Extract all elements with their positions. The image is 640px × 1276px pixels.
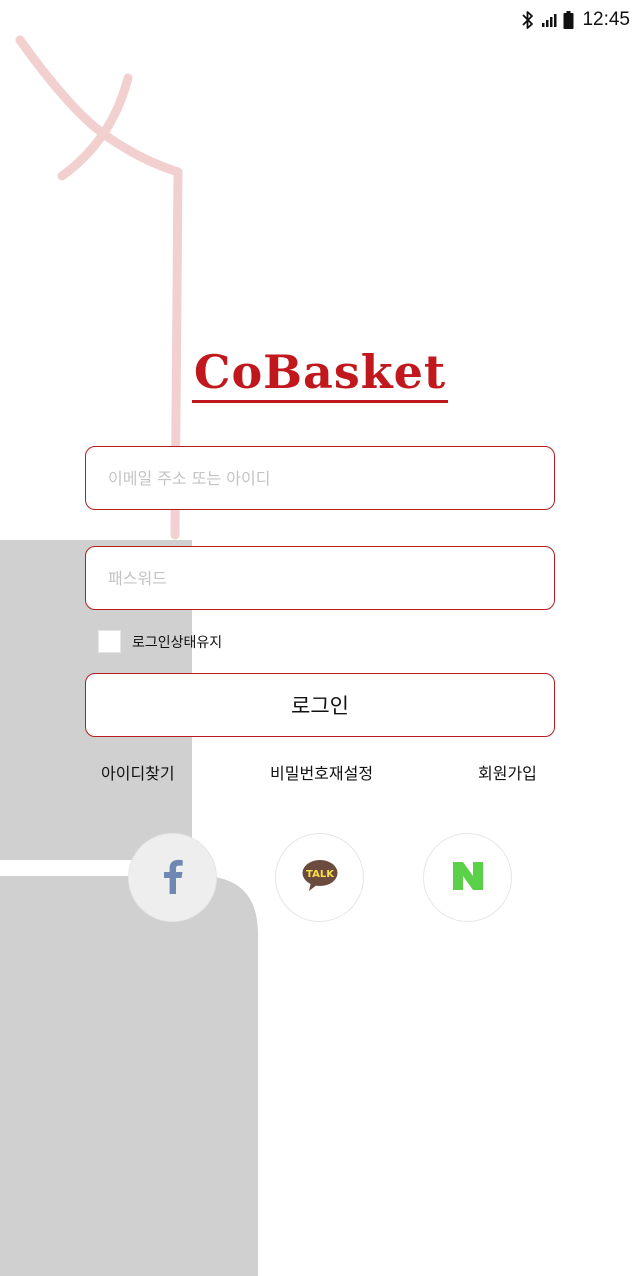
battery-icon — [563, 11, 574, 29]
id-input[interactable] — [86, 447, 554, 509]
background-decoration — [0, 35, 258, 1276]
remember-login-checkbox[interactable] — [98, 630, 121, 653]
status-time: 12:45 — [582, 9, 630, 30]
kakao-talk-badge: TALK — [306, 869, 335, 880]
naver-icon — [452, 861, 484, 894]
naver-login-button[interactable] — [423, 833, 512, 922]
status-bar: 12:45 — [0, 0, 640, 40]
facebook-icon — [162, 858, 184, 898]
login-button[interactable]: 로그인 — [85, 673, 555, 737]
remember-login-label: 로그인상태유지 — [132, 634, 223, 651]
find-id-link[interactable]: 아이디찾기 — [101, 760, 175, 784]
facebook-login-button[interactable] — [128, 833, 217, 922]
password-input[interactable] — [86, 547, 554, 609]
account-links: 아이디찾기 비밀번호재설정 회원가입 — [0, 760, 640, 786]
reset-password-link[interactable]: 비밀번호재설정 — [270, 760, 373, 784]
login-screen: 12:45 CoBasket 로그인상태유지 로그인 아이디찾기 비밀번호재설정… — [0, 0, 640, 1276]
kakao-talk-icon: TALK — [301, 859, 339, 897]
logo-container: CoBasket — [0, 344, 640, 403]
id-field-container — [85, 446, 555, 510]
social-login-row: TALK — [0, 833, 640, 923]
kakao-login-button[interactable]: TALK — [275, 833, 364, 922]
password-field-container — [85, 546, 555, 610]
app-logo: CoBasket — [191, 344, 449, 403]
bluetooth-icon — [521, 10, 535, 30]
remember-login-row[interactable]: 로그인상태유지 — [98, 630, 222, 653]
signal-icon — [541, 12, 557, 28]
signup-link[interactable]: 회원가입 — [478, 760, 537, 784]
